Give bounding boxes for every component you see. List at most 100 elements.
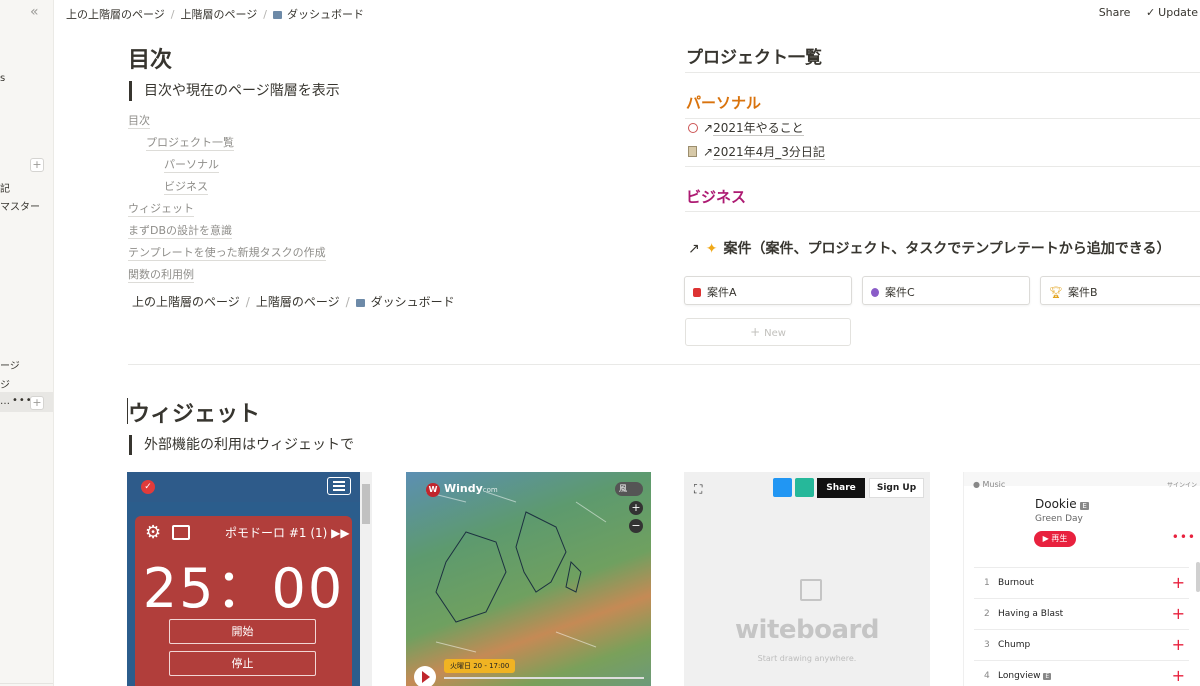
- scrollbar[interactable]: [360, 472, 372, 686]
- track-row[interactable]: 3 Chump +: [974, 629, 1189, 660]
- track-title: Having a Blast: [998, 609, 1064, 619]
- track-title: Burnout: [998, 578, 1034, 588]
- breadcrumb-item[interactable]: 上の上階層のページ: [66, 8, 165, 21]
- breadcrumb-item[interactable]: ダッシュボード: [287, 8, 364, 21]
- gem-icon: [871, 288, 879, 297]
- link-arrow-icon: ↗: [703, 145, 714, 159]
- breadcrumb-separator: /: [345, 295, 350, 309]
- check-icon: ✓: [141, 480, 155, 494]
- pomodoro-timer: 25：00: [142, 557, 345, 620]
- toc-link[interactable]: プロジェクト一覧: [146, 136, 234, 151]
- stop-button[interactable]: 停止: [169, 651, 316, 676]
- signin-link[interactable]: サインイン: [1167, 480, 1197, 489]
- sidebar-item[interactable]: ジ: [0, 376, 10, 391]
- sidebar-item[interactable]: s: [0, 73, 5, 84]
- toc-link[interactable]: 関数の利用例: [128, 268, 194, 283]
- trophy-icon: 🏆︎: [1049, 286, 1063, 299]
- map-coastline: [425, 491, 607, 653]
- apple-music-logo: ● Music: [973, 480, 1005, 489]
- wind-layer-toggle[interactable]: 風: [615, 482, 643, 496]
- toc-link[interactable]: テンプレートを使った新規タスクの作成: [128, 246, 326, 261]
- check-icon: ✓: [1145, 6, 1156, 19]
- heading-underline: [685, 72, 1200, 73]
- topbar: 上の上階層のページ / 上階層のページ / ダッシュボード Share ✓ Update: [54, 0, 1200, 26]
- add-track-icon[interactable]: +: [1172, 666, 1185, 685]
- play-button[interactable]: ▶ 再生: [1034, 531, 1076, 547]
- case-card[interactable]: 案件C: [862, 276, 1030, 305]
- music-brand-text: Music: [982, 480, 1006, 489]
- page-link-diary[interactable]: ↗2021年4月_3分日記: [688, 143, 825, 160]
- expand-icon[interactable]: ⛶: [694, 482, 702, 497]
- case-db-heading[interactable]: ↗ ✦ 案件（案件、プロジェクト、タスクでテンプレテートから追加できる）: [688, 238, 1171, 258]
- menu-button[interactable]: [327, 477, 351, 495]
- toc-link[interactable]: まずDBの設計を意識: [128, 224, 233, 239]
- toc-link[interactable]: ウィジェット: [128, 202, 194, 217]
- window-icon[interactable]: [172, 525, 190, 540]
- apple-icon: ●: [973, 480, 980, 489]
- scrollbar-thumb[interactable]: [362, 484, 370, 524]
- more-icon[interactable]: •••: [1172, 530, 1196, 544]
- track-number: 4: [984, 671, 990, 681]
- pomodoro-widget: ✓ ⚙ ポモドーロ #1 (1) ▶▶ 25：00 開始 停止: [127, 472, 372, 686]
- page-link-label: 2021年やること: [713, 121, 804, 136]
- sidebar-collapse-icon[interactable]: «: [30, 4, 39, 20]
- share-button[interactable]: Share: [1099, 6, 1131, 19]
- widgets-heading: ウィジェット: [128, 402, 261, 427]
- sidebar-item[interactable]: ージ: [0, 357, 20, 372]
- cat-tool-icon[interactable]: [795, 478, 814, 497]
- sidebar-add-icon[interactable]: +: [30, 158, 44, 172]
- add-track-icon[interactable]: +: [1172, 635, 1185, 654]
- track-row[interactable]: 4 Longview E +: [974, 660, 1189, 686]
- toc-link[interactable]: ビジネス: [164, 180, 208, 195]
- page-link-label: 2021年4月_3分日記: [713, 145, 825, 160]
- gear-icon[interactable]: ⚙: [145, 522, 161, 543]
- dashboard-icon: [273, 11, 282, 19]
- pen-tool-icon[interactable]: [773, 478, 792, 497]
- time-label: 火曜日 20 - 17:00: [444, 659, 516, 673]
- witeboard-tagline: Start drawing anywhere.: [757, 654, 857, 663]
- artist-name[interactable]: Green Day: [1035, 514, 1083, 524]
- scrollbar-thumb[interactable]: [1196, 562, 1200, 592]
- track-row[interactable]: 1 Burnout +: [974, 567, 1189, 598]
- case-card[interactable]: 🏆︎ 案件B: [1040, 276, 1200, 305]
- windy-logo-text: Windy: [444, 482, 483, 495]
- sidebar-item[interactable]: …: [0, 396, 10, 407]
- share-button[interactable]: Share: [817, 478, 865, 498]
- add-track-icon[interactable]: +: [1172, 604, 1185, 623]
- toc-link[interactable]: パーソナル: [164, 158, 219, 173]
- sidebar-add-icon[interactable]: +: [30, 396, 44, 410]
- sidebar-item[interactable]: 記: [0, 180, 10, 195]
- case-card-title: 案件B: [1067, 286, 1098, 299]
- apple-music-widget: ● Music サインイン Dookie E Green Day ▶ 再生 ••…: [963, 472, 1200, 686]
- page-link-2021-goals[interactable]: ↗2021年やること: [688, 119, 804, 136]
- section-divider: [128, 364, 1200, 365]
- pomodoro-topbar: ✓: [127, 472, 360, 502]
- dashboard-icon: [355, 299, 365, 307]
- track-row[interactable]: 2 Having a Blast +: [974, 598, 1189, 629]
- add-track-icon[interactable]: +: [1172, 573, 1185, 592]
- breadcrumb-item[interactable]: ダッシュボード: [371, 295, 455, 309]
- windy-widget[interactable]: W Windycom 風 + − 火曜日 20 - 17:00: [406, 472, 651, 686]
- breadcrumb-item[interactable]: 上階層のページ: [181, 8, 258, 21]
- case-card[interactable]: 案件A: [684, 276, 852, 305]
- track-number: 3: [984, 640, 990, 650]
- update-button[interactable]: ✓ Update: [1146, 6, 1198, 19]
- link-arrow-icon: ↗: [688, 241, 700, 257]
- witeboard-widget[interactable]: ⛶ Share Sign Up witeboard Start drawing …: [684, 472, 930, 686]
- sidebar: « s + 記 マスター ージ ジ … ••• +: [0, 0, 54, 686]
- signup-button[interactable]: Sign Up: [869, 478, 924, 498]
- pomodoro-title: ポモドーロ #1 (1) ▶▶: [225, 526, 350, 540]
- play-button[interactable]: [414, 666, 436, 686]
- toc-link[interactable]: 目次: [128, 114, 150, 129]
- breadcrumb-item[interactable]: 上階層のページ: [256, 295, 340, 309]
- explicit-badge: E: [1043, 673, 1052, 680]
- sidebar-item[interactable]: マスター: [0, 198, 40, 213]
- new-label: New: [764, 328, 786, 339]
- start-button[interactable]: 開始: [169, 619, 316, 644]
- zoom-in-button[interactable]: +: [629, 501, 643, 515]
- new-card-button[interactable]: + New: [685, 318, 851, 346]
- timeline-slider[interactable]: [444, 677, 644, 679]
- zoom-out-button[interactable]: −: [629, 519, 643, 533]
- play-icon: [422, 671, 430, 683]
- breadcrumb-item[interactable]: 上の上階層のページ: [132, 295, 240, 309]
